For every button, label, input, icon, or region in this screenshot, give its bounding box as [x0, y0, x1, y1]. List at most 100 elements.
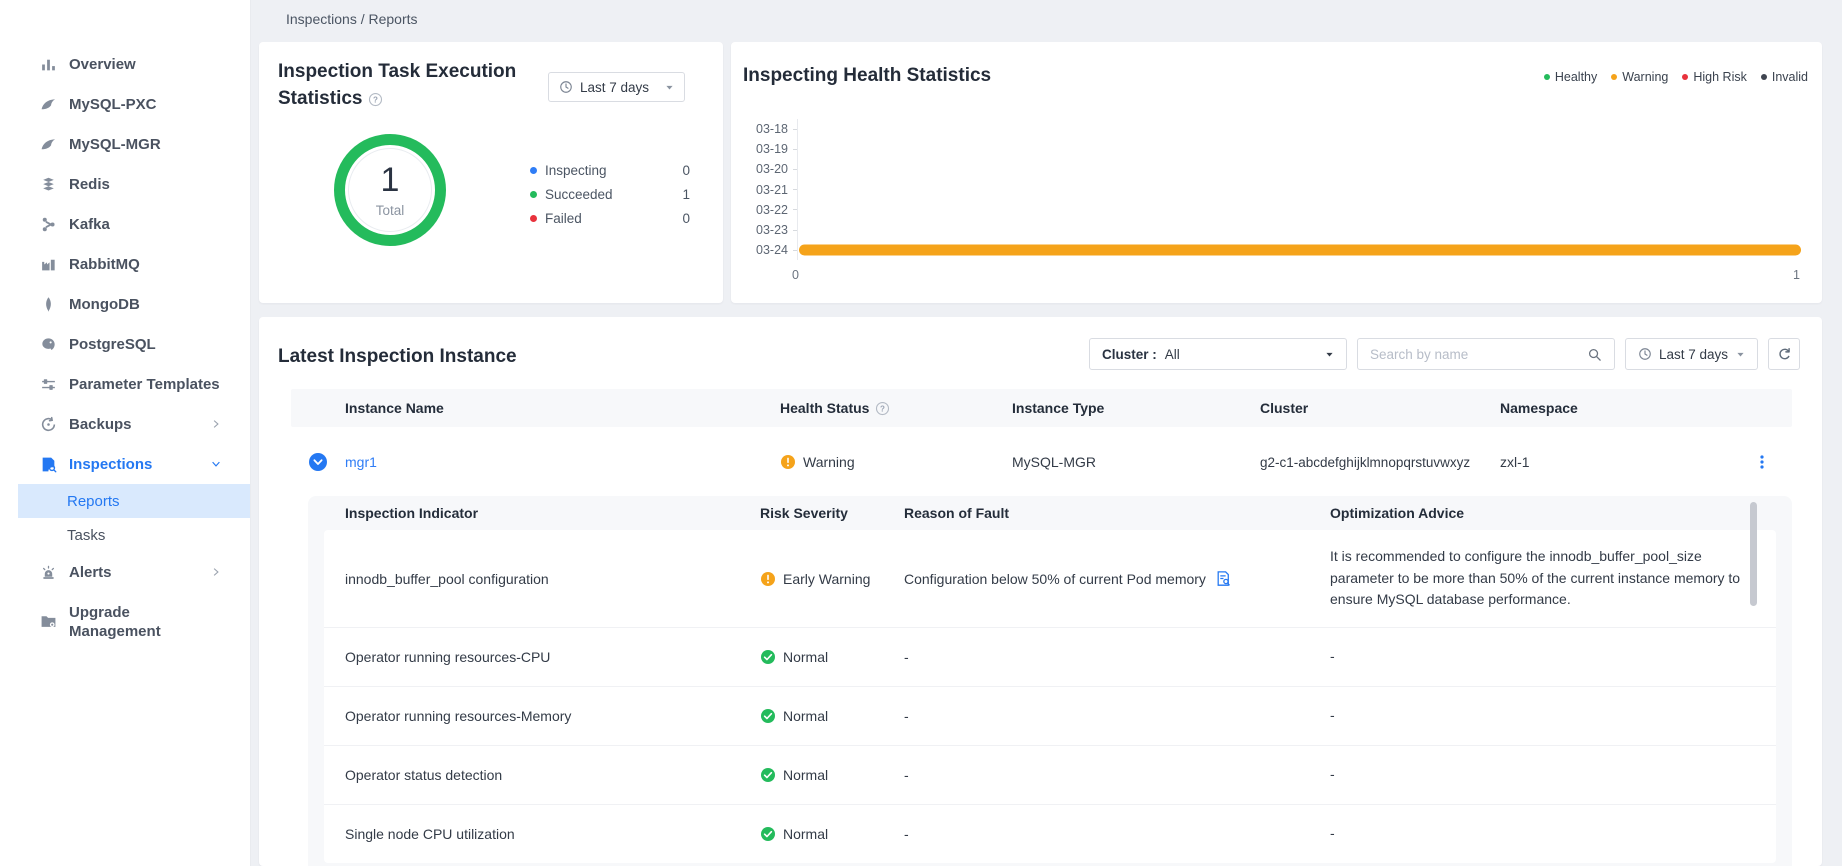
sidebar-item-redis[interactable]: Redis: [0, 164, 250, 204]
col-instance-name: Instance Name: [345, 400, 780, 416]
search-input[interactable]: [1370, 347, 1581, 362]
sidebar-item-parameter-templates[interactable]: Parameter Templates: [0, 364, 250, 404]
latest-inspection-card: Latest Inspection Instance Cluster : All…: [259, 317, 1822, 866]
detail-row: Operator status detectionNormal--: [324, 745, 1776, 804]
sidebar-item-mongodb[interactable]: MongoDB: [0, 284, 250, 324]
sidebar-item-postgresql[interactable]: PostgreSQL: [0, 324, 250, 364]
sidebar: Overview MySQL-PXC MySQL-MGR Redis Kafka Rabb…: [0, 0, 251, 866]
donut-total-label: Total: [376, 203, 405, 218]
bar-track: [797, 240, 1800, 260]
instance-time-filter[interactable]: Last 7 days: [1625, 338, 1758, 370]
task-total-donut: 1 Total: [334, 134, 446, 246]
advice-cell: It is recommended to configure the innod…: [1330, 546, 1746, 611]
sidebar-item-tasks[interactable]: Tasks: [0, 518, 250, 552]
legend-label: Healthy: [1555, 70, 1597, 84]
latest-inspection-title: Latest Inspection Instance: [278, 343, 517, 370]
clock-icon: [559, 80, 573, 94]
reason-text: -: [904, 826, 909, 842]
indicator-cell: Operator running resources-Memory: [345, 708, 760, 724]
chevron-down-icon: [210, 458, 222, 470]
search-icon[interactable]: [1587, 347, 1602, 362]
bar-chart-icon: [40, 56, 57, 73]
chart-row-03-21: 03-21: [743, 180, 1800, 200]
breadcrumb-text[interactable]: Inspections / Reports: [286, 11, 418, 27]
sidebar-item-label: Kafka: [69, 215, 222, 234]
health-legend-item[interactable]: Warning: [1611, 70, 1668, 84]
sidebar-item-label: Redis: [69, 175, 222, 194]
indicator-cell: Single node CPU utilization: [345, 826, 760, 842]
svg-text:?: ?: [881, 404, 886, 413]
sidebar-item-kafka[interactable]: Kafka: [0, 204, 250, 244]
sidebar-item-alerts[interactable]: Alerts: [0, 552, 250, 592]
sidebar-item-label: MySQL-MGR: [69, 135, 222, 154]
backup-icon: [40, 416, 57, 433]
detail-row: innodb_buffer_pool configurationEarly Wa…: [324, 530, 1776, 627]
exec-legend-item[interactable]: Succeeded1: [530, 182, 690, 206]
bar-track: [797, 159, 1800, 179]
health-bar-chart: 03-1803-1903-2003-2103-2203-2303-2401: [743, 119, 1800, 282]
exec-time-filter[interactable]: Last 7 days: [548, 72, 685, 102]
caret-down-icon: [1325, 347, 1334, 362]
cluster-select[interactable]: Cluster : All: [1089, 338, 1347, 370]
help-icon[interactable]: ?: [875, 401, 890, 416]
y-tick-label: 03-22: [743, 203, 793, 217]
y-tick-label: 03-23: [743, 223, 793, 237]
sidebar-item-mysql-mgr[interactable]: MySQL-MGR: [0, 124, 250, 164]
bar-warning[interactable]: [799, 245, 1801, 256]
refresh-button[interactable]: [1768, 338, 1800, 370]
health-legend-item[interactable]: High Risk: [1682, 70, 1747, 84]
chart-row-03-24: 03-24: [743, 240, 1800, 260]
advice-cell: -: [1330, 705, 1746, 727]
sidebar-item-reports[interactable]: Reports: [18, 484, 250, 518]
chevron-right-icon: [210, 418, 222, 430]
sidebar-item-label: Inspections: [69, 455, 210, 474]
health-stats-card: Inspecting Health Statistics Healthy Warn…: [731, 42, 1822, 303]
instance-name-link[interactable]: mgr1: [345, 454, 377, 470]
sidebar-nav: Overview MySQL-PXC MySQL-MGR Redis Kafka Rabb…: [0, 0, 250, 651]
sidebar-item-backups[interactable]: Backups: [0, 404, 250, 444]
legend-dot: [1611, 74, 1617, 80]
sidebar-item-label: Overview: [69, 55, 222, 74]
sidebar-item-rabbitmq[interactable]: RabbitMQ: [0, 244, 250, 284]
sidebar-item-inspections[interactable]: Inspections: [0, 444, 250, 484]
chart-row-03-18: 03-18: [743, 119, 1800, 139]
sidebar-item-label: Upgrade Management: [69, 603, 222, 641]
donut-total-value: 1: [381, 163, 400, 197]
col-inspection-indicator: Inspection Indicator: [345, 505, 760, 521]
health-stats-title: Inspecting Health Statistics: [743, 62, 991, 89]
layers-icon: [40, 176, 57, 193]
y-tick-label: 03-24: [743, 243, 793, 257]
chart-row-03-23: 03-23: [743, 220, 1800, 240]
severity-cell: Normal: [760, 649, 904, 665]
exec-time-filter-value: Last 7 days: [580, 80, 649, 95]
detail-scrollbar-thumb[interactable]: [1750, 502, 1757, 606]
bar-track: [797, 180, 1800, 200]
folder-gear-icon: [40, 613, 57, 630]
bar-track: [797, 139, 1800, 159]
exec-legend-item[interactable]: Failed0: [530, 206, 690, 230]
health-legend-item[interactable]: Healthy: [1544, 70, 1597, 84]
legend-label: Inspecting: [545, 163, 607, 178]
severity-cell: Early Warning: [760, 571, 904, 587]
sidebar-item-overview[interactable]: Overview: [0, 44, 250, 84]
sidebar-item-upgrade-management[interactable]: Upgrade Management: [0, 592, 250, 651]
sidebar-item-mysql-pxc[interactable]: MySQL-PXC: [0, 84, 250, 124]
row-actions-kebab[interactable]: [1732, 454, 1792, 470]
doc-search-icon[interactable]: [1215, 570, 1232, 587]
elephant-icon: [40, 336, 57, 353]
x-axis-ticks: 01: [792, 268, 1800, 282]
exec-legend-item[interactable]: Inspecting0: [530, 158, 690, 182]
col-optimization-advice: Optimization Advice: [1330, 505, 1746, 521]
detail-row: Operator running resources-MemoryNormal -…: [324, 686, 1776, 745]
alarm-icon: [40, 564, 57, 581]
warning-badge-icon: [760, 571, 776, 587]
health-legend-item[interactable]: Invalid: [1761, 70, 1808, 84]
y-tick-label: 03-21: [743, 183, 793, 197]
help-icon[interactable]: ?: [368, 92, 383, 107]
severity-label: Normal: [783, 826, 828, 842]
row-expand-toggle[interactable]: [291, 453, 345, 471]
legend-value: 1: [682, 187, 690, 202]
severity-cell: Normal: [760, 708, 904, 724]
clock-icon: [1638, 347, 1652, 361]
legend-dot: [1682, 74, 1688, 80]
